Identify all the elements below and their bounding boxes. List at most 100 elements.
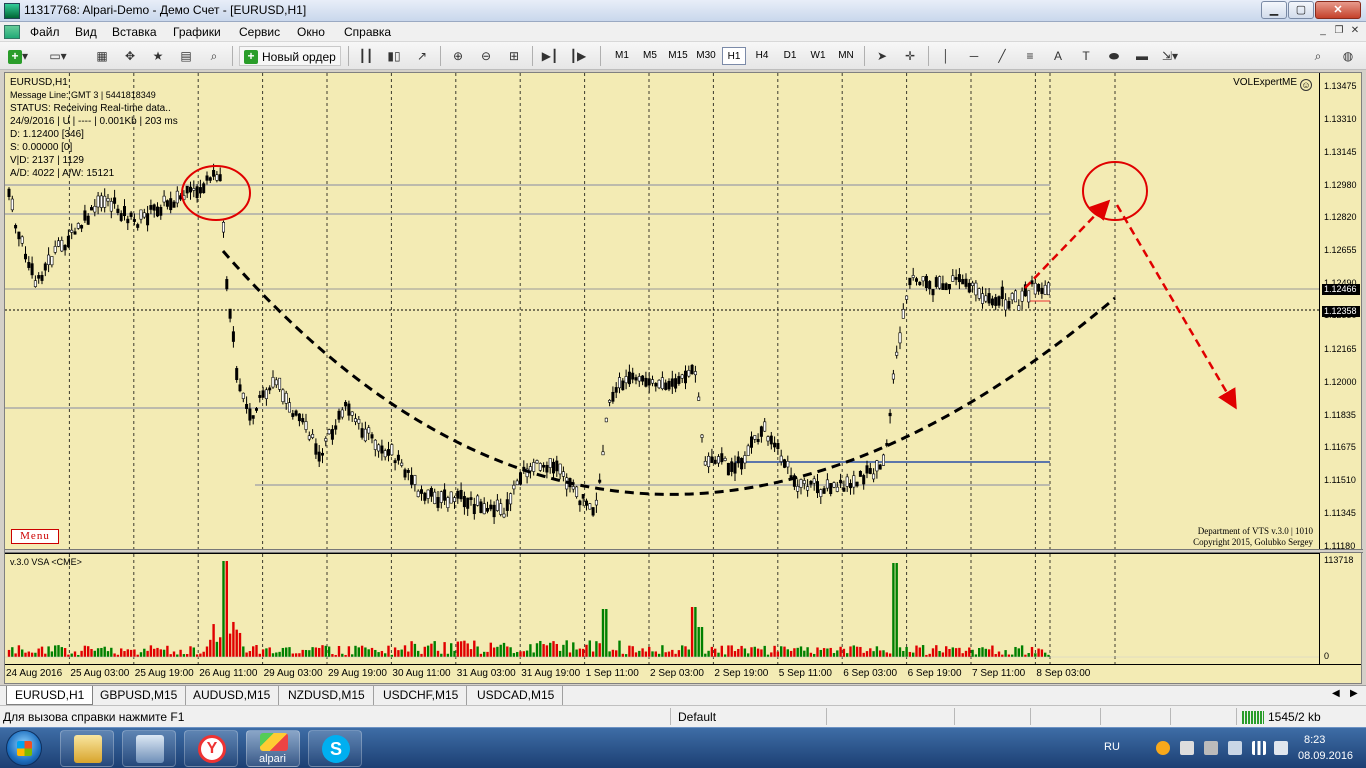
- timeframe-w1[interactable]: W1: [806, 47, 830, 65]
- favorites-icon[interactable]: ★: [148, 46, 168, 66]
- tab-eurusd-h1[interactable]: EURUSD,H1: [6, 686, 94, 705]
- text-tool-icon[interactable]: A: [1048, 46, 1068, 66]
- tab-scroll-right-icon[interactable]: ▶: [1350, 688, 1358, 699]
- connection-status-icon[interactable]: [1242, 711, 1264, 724]
- tile-windows-icon[interactable]: ⊞: [504, 46, 524, 66]
- candle-body: [753, 435, 757, 440]
- crosshair-icon[interactable]: ✛: [900, 46, 920, 66]
- status-divider: [1236, 708, 1237, 725]
- candle-body: [660, 377, 664, 390]
- tab-gbpusd-m15[interactable]: GBPUSD,M15: [92, 686, 187, 705]
- network-icon[interactable]: [1252, 741, 1266, 755]
- tab-usdchf-m15[interactable]: USDCHF,M15: [375, 686, 468, 705]
- volume-bar: [644, 651, 648, 657]
- taskbar-explorer[interactable]: [60, 730, 114, 767]
- tab-nzdusd-m15[interactable]: NZDUSD,M15: [280, 686, 374, 705]
- timeframe-m5[interactable]: M5: [638, 47, 662, 65]
- maximize-button[interactable]: ▢: [1288, 1, 1314, 19]
- price-axis[interactable]: 1.13475 1.13310 1.13145 1.12980 1.12820 1.126…: [1319, 73, 1361, 551]
- taskbar-skype[interactable]: S: [308, 730, 362, 767]
- taskbar-network[interactable]: [122, 730, 176, 767]
- menu-insert[interactable]: Вставка: [112, 25, 157, 39]
- volume-axis[interactable]: 113718 0: [1319, 553, 1361, 664]
- date-tick-label: 2 Sep 03:00: [650, 668, 704, 679]
- mdi-close-icon[interactable]: ✕: [1348, 25, 1362, 38]
- zoom-out-icon[interactable]: ⊖: [476, 46, 496, 66]
- tab-usdcad-m15[interactable]: USDCAD,M15: [469, 686, 564, 705]
- menu-charts[interactable]: Графики: [173, 25, 221, 39]
- candle-body: [119, 213, 123, 221]
- tray-arrow-icon[interactable]: [1180, 741, 1194, 755]
- timeframe-m15[interactable]: M15: [666, 47, 690, 65]
- candle-body: [462, 496, 466, 508]
- trendline-icon[interactable]: ╱: [992, 46, 1012, 66]
- rectangle-icon[interactable]: ▬: [1132, 46, 1152, 66]
- tab-scroll-left-icon[interactable]: ◀: [1332, 688, 1340, 699]
- menu-view[interactable]: Вид: [75, 25, 97, 39]
- terminal-icon[interactable]: ▤: [176, 46, 196, 66]
- timeframe-d1[interactable]: D1: [778, 47, 802, 65]
- candlestick-icon[interactable]: ▮▯: [384, 46, 404, 66]
- menu-tools[interactable]: Сервис: [239, 25, 280, 39]
- language-indicator[interactable]: RU: [1104, 741, 1120, 753]
- search-icon[interactable]: ⌕: [1308, 46, 1328, 66]
- indicator-menu-button[interactable]: Menu: [11, 529, 59, 544]
- line-chart-icon[interactable]: ↗: [412, 46, 432, 66]
- volume-icon[interactable]: [1274, 741, 1288, 755]
- clock-date[interactable]: 08.09.2016: [1298, 750, 1353, 762]
- clock-time[interactable]: 8:23: [1304, 734, 1325, 746]
- profiles-icon[interactable]: ▭▾: [48, 46, 68, 66]
- taskbar-alpari[interactable]: alpari: [246, 730, 300, 767]
- candle-body: [301, 418, 305, 423]
- channel-icon[interactable]: ≡: [1020, 46, 1040, 66]
- menu-file[interactable]: Файл: [30, 25, 60, 39]
- volume-bar: [281, 647, 285, 657]
- menu-help[interactable]: Справка: [344, 25, 391, 39]
- new-order-button[interactable]: + Новый ордер: [239, 46, 341, 66]
- close-button[interactable]: ✕: [1315, 1, 1361, 19]
- date-tick-label: 24 Aug 2016: [6, 668, 63, 679]
- tray-device-icon[interactable]: [1204, 741, 1218, 755]
- menu-window[interactable]: Окно: [297, 25, 325, 39]
- new-chart-icon[interactable]: + ▾: [8, 46, 28, 66]
- text-label-icon[interactable]: T: [1076, 46, 1096, 66]
- date-axis[interactable]: 24 Aug 2016 25 Aug 03:00 25 Aug 19:00 26 Au…: [5, 664, 1361, 683]
- tab-audusd-m15[interactable]: AUDUSD,M15: [185, 686, 280, 705]
- minimize-button[interactable]: ▁: [1261, 1, 1287, 19]
- ellipse-icon[interactable]: ⬬: [1104, 46, 1124, 66]
- candle-body: [251, 415, 255, 419]
- timeframe-h4[interactable]: H4: [750, 47, 774, 65]
- volume-bar: [710, 646, 714, 657]
- volume-bar: [57, 645, 60, 657]
- navigator-icon[interactable]: ✥: [120, 46, 140, 66]
- chat-icon[interactable]: ◍: [1338, 46, 1358, 66]
- horizontal-line-icon[interactable]: ─: [964, 46, 984, 66]
- start-button[interactable]: [6, 730, 42, 766]
- tray-flag-icon[interactable]: [1228, 741, 1242, 755]
- timeframe-m1[interactable]: M1: [610, 47, 634, 65]
- cursor-icon[interactable]: ➤: [872, 46, 892, 66]
- vertical-line-icon[interactable]: │: [936, 46, 956, 66]
- auto-scroll-icon[interactable]: ▶┃: [540, 46, 560, 66]
- volume-bar: [301, 649, 304, 657]
- mdi-minimize-icon[interactable]: _: [1316, 25, 1330, 38]
- timeframe-m30[interactable]: M30: [694, 47, 718, 65]
- candle-body: [891, 373, 895, 380]
- chart-shift-icon[interactable]: ┃▶: [568, 46, 588, 66]
- arrows-dropdown-icon[interactable]: ⇲▾: [1160, 46, 1180, 66]
- price-chart-pane[interactable]: EURUSD,H1 Message Line: GMT 3 | 54418183…: [5, 73, 1319, 550]
- volume-bar: [882, 650, 885, 657]
- timeframe-h1[interactable]: H1: [722, 47, 746, 65]
- chart-window-icon[interactable]: [4, 25, 20, 39]
- strategy-tester-icon[interactable]: ⌕: [204, 46, 224, 66]
- market-watch-icon[interactable]: ▦: [92, 46, 112, 66]
- volume-bar: [73, 651, 77, 657]
- mdi-restore-icon[interactable]: ❐: [1332, 25, 1346, 38]
- candle-body: [637, 376, 641, 382]
- zoom-in-icon[interactable]: ⊕: [448, 46, 468, 66]
- tray-app-icon[interactable]: [1156, 741, 1170, 755]
- volume-pane[interactable]: v.3.0 VSA <CME>: [5, 553, 1319, 665]
- timeframe-mn[interactable]: MN: [834, 47, 858, 65]
- taskbar-yandex[interactable]: Y: [184, 730, 238, 767]
- bar-chart-icon[interactable]: ┃┃: [356, 46, 376, 66]
